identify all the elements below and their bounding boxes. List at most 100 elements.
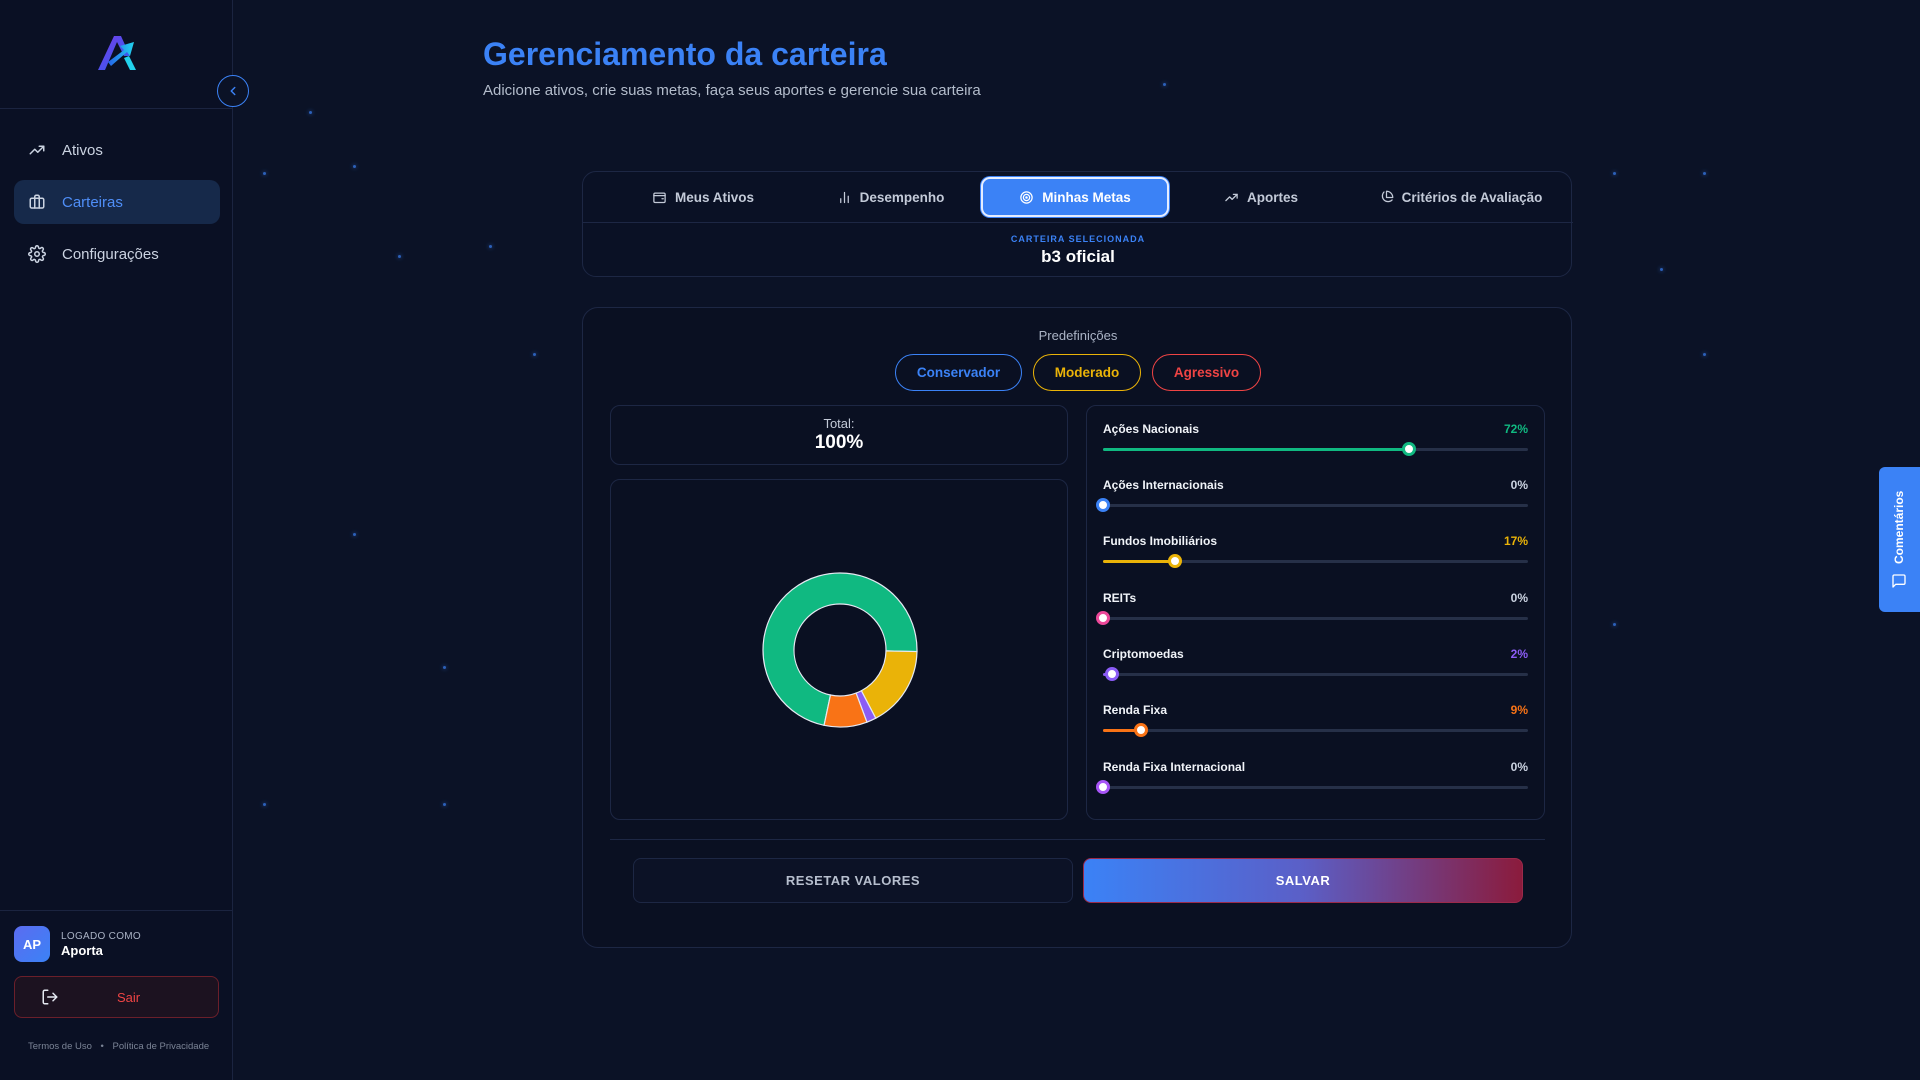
trending-up-icon — [29, 145, 45, 155]
slider-track[interactable] — [1096, 498, 1528, 512]
allocation-name: Renda Fixa Internacional — [1103, 760, 1246, 774]
preset-agressivo-button[interactable]: Agressivo — [1152, 354, 1261, 391]
goals-card: Predefinições Conservador Moderado Agres… — [582, 307, 1572, 948]
terms-link[interactable]: Termos de Uso — [28, 1041, 92, 1052]
feedback-tab[interactable]: Comentários — [1879, 467, 1920, 612]
sidebar-item-configuracoes[interactable]: Configurações — [14, 232, 220, 276]
privacy-link[interactable]: Política de Privacidade — [113, 1041, 210, 1052]
page-subtitle: Adicione ativos, crie suas metas, faça s… — [483, 82, 981, 99]
feedback-label: Comentários — [1892, 490, 1906, 564]
slider-thumb[interactable] — [1168, 554, 1183, 568]
logout-button[interactable]: Sair — [14, 976, 219, 1018]
actions-divider — [610, 839, 1545, 840]
user-info: AP LOGADO COMO Aporta — [14, 926, 141, 962]
trending-up-icon — [1225, 193, 1238, 201]
reset-values-button[interactable]: RESETAR VALORES — [633, 858, 1073, 903]
slider-track[interactable] — [1103, 667, 1528, 681]
logout-label: Sair — [117, 989, 141, 1005]
allocation-name: Criptomoedas — [1103, 647, 1184, 661]
allocation-row-renda-fixa-internacional: Renda Fixa Internacional 0% — [1096, 760, 1528, 810]
tab-minhas-metas[interactable]: Minhas Metas — [981, 177, 1169, 217]
slider-track[interactable] — [1103, 723, 1528, 737]
presets-label: Predefinições — [1038, 328, 1118, 343]
sidebar-item-label: Ativos — [62, 141, 103, 159]
allocation-chart — [610, 479, 1068, 820]
allocation-row-renda-fixa: Renda Fixa 9% — [1103, 703, 1528, 753]
allocation-sliders: Ações Nacionais 72% Ações Internacionais… — [1086, 405, 1545, 820]
sidebar-item-ativos[interactable]: Ativos — [14, 128, 220, 172]
preset-conservador-button[interactable]: Conservador — [895, 354, 1022, 391]
allocation-row-criptomoedas: Criptomoedas 2% — [1103, 647, 1528, 697]
sidebar-item-label: Carteiras — [62, 193, 123, 211]
selected-portfolio-caption: CARTEIRA SELECIONADA — [1010, 234, 1146, 244]
slider-thumb[interactable] — [1104, 667, 1119, 681]
footer-separator: • — [100, 1041, 104, 1052]
total-value: 100% — [814, 432, 864, 453]
avatar: AP — [14, 926, 50, 962]
allocation-name: Ações Nacionais — [1103, 422, 1200, 436]
slider-fill — [1103, 448, 1409, 451]
allocation-value: 17% — [1503, 534, 1528, 548]
allocation-value: 72% — [1503, 422, 1528, 436]
tab-meus-ativos[interactable]: Meus Ativos — [633, 177, 773, 217]
slider-track[interactable] — [1096, 780, 1528, 794]
slider-thumb[interactable] — [1402, 442, 1416, 456]
pie-chart-icon — [1381, 190, 1393, 202]
wallet-icon — [653, 192, 666, 203]
selected-portfolio-name: b3 oficial — [1041, 247, 1115, 266]
slider-thumb[interactable] — [1096, 498, 1110, 512]
tab-label: Minhas Metas — [1042, 189, 1131, 205]
slider-thumb[interactable] — [1134, 723, 1149, 737]
allocation-name: REITs — [1103, 591, 1137, 605]
sidebar: Ativos Carteiras Configurações AP LOGADO… — [0, 0, 233, 1080]
allocation-row-reits: REITs 0% — [1096, 591, 1528, 641]
sidebar-item-carteiras[interactable]: Carteiras — [14, 180, 220, 224]
tab-bar: Meus Ativos Desempenho Minhas Metas Apor… — [583, 172, 1573, 222]
slider-track[interactable] — [1103, 554, 1528, 568]
user-name: Aporta — [61, 942, 103, 958]
slider-fill — [1103, 560, 1176, 563]
page-title: Gerenciamento da carteira — [483, 36, 887, 72]
bar-chart-icon — [839, 191, 849, 203]
tabs-divider — [583, 222, 1573, 223]
chevron-left-icon — [230, 86, 236, 96]
allocation-row-fundos-imobiliarios: Fundos Imobiliários 17% — [1103, 534, 1528, 584]
allocation-value: 0% — [1510, 760, 1528, 774]
preset-moderado-button[interactable]: Moderado — [1033, 354, 1141, 391]
slider-thumb[interactable] — [1096, 611, 1110, 625]
portfolio-tabs-card: Meus Ativos Desempenho Minhas Metas Apor… — [582, 171, 1573, 277]
allocation-row-acoes-nacionais: Ações Nacionais 72% — [1103, 422, 1528, 472]
donut-chart — [762, 572, 918, 728]
tab-criterios-de-avaliacao[interactable]: Critérios de Avaliação — [1368, 177, 1553, 217]
sidebar-divider — [0, 108, 233, 109]
total-label: Total: — [823, 416, 855, 431]
tab-aportes[interactable]: Aportes — [1201, 177, 1321, 217]
sidebar-nav: Ativos Carteiras Configurações — [14, 128, 220, 284]
allocation-value: 0% — [1510, 478, 1528, 492]
user-caption: LOGADO COMO — [61, 930, 141, 942]
tab-label: Critérios de Avaliação — [1401, 189, 1543, 205]
allocation-value: 0% — [1510, 591, 1528, 605]
allocation-name: Renda Fixa — [1103, 703, 1168, 717]
footer-links: Termos de Uso • Política de Privacidade — [28, 1041, 215, 1052]
allocation-value: 2% — [1510, 647, 1528, 661]
slider-track[interactable] — [1103, 442, 1528, 456]
save-button[interactable]: SALVAR — [1083, 858, 1523, 903]
allocation-name: Ações Internacionais — [1103, 478, 1224, 492]
sidebar-divider — [0, 910, 233, 911]
collapse-sidebar-button[interactable] — [217, 75, 249, 107]
briefcase-icon — [29, 194, 45, 209]
tab-label: Aportes — [1246, 189, 1298, 205]
slider-thumb[interactable] — [1096, 780, 1110, 794]
sidebar-item-label: Configurações — [62, 245, 159, 263]
allocation-value: 9% — [1510, 703, 1528, 717]
gear-icon — [28, 245, 46, 263]
logout-icon — [42, 989, 58, 1005]
tab-label: Desempenho — [859, 189, 945, 205]
slider-track[interactable] — [1096, 611, 1528, 625]
allocation-row-acoes-internacionais: Ações Internacionais 0% — [1096, 478, 1528, 528]
tab-desempenho[interactable]: Desempenho — [818, 177, 963, 217]
allocation-name: Fundos Imobiliários — [1103, 534, 1218, 548]
app-logo — [98, 36, 136, 70]
message-square-icon — [1892, 574, 1906, 588]
